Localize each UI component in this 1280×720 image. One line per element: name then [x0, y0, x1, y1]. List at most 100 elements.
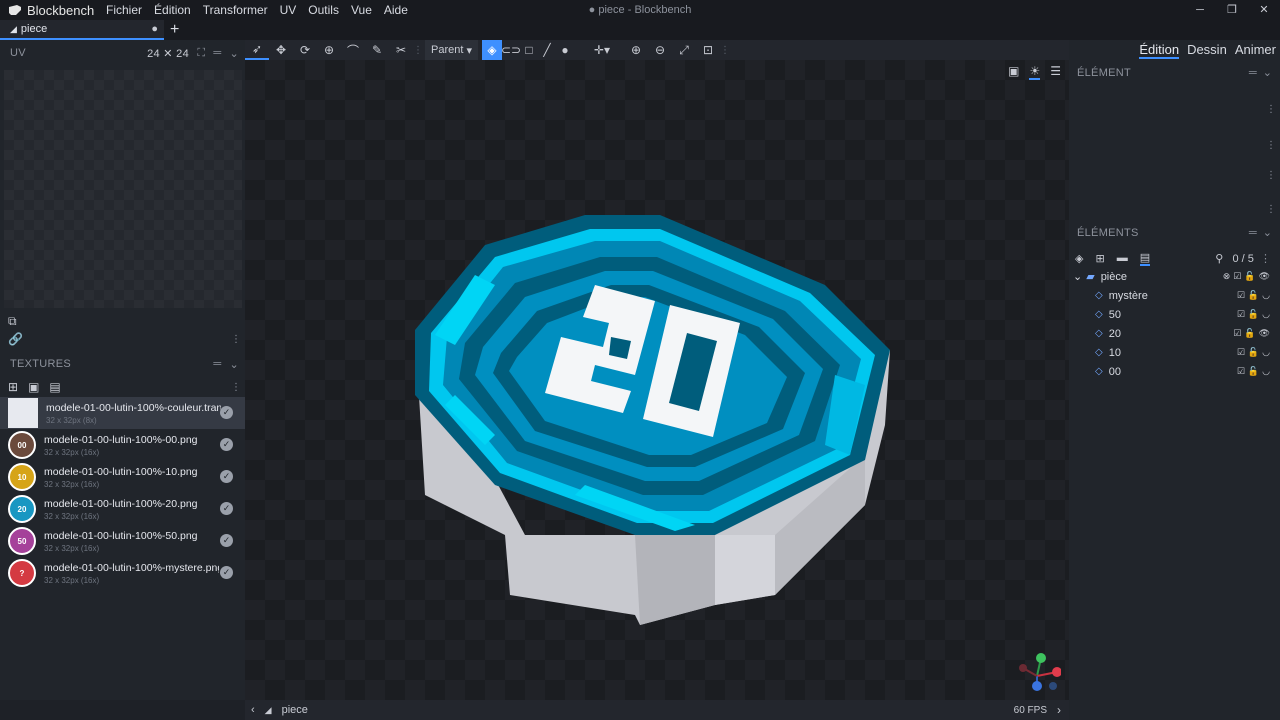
unsaved-dot-icon[interactable]: ● [151, 23, 158, 35]
lock-icon[interactable]: 🔓 [1248, 290, 1259, 301]
coin-model[interactable] [395, 205, 905, 625]
eye-hidden-icon[interactable]: ◡ [1262, 290, 1270, 301]
visible-check-icon[interactable]: ☑ [1233, 328, 1241, 339]
menu-fichier[interactable]: Fichier [100, 0, 148, 20]
collapse-all-icon[interactable]: ▤ [1139, 251, 1151, 266]
visible-check-icon[interactable]: ☑ [1233, 271, 1241, 282]
toolbar-more-icon[interactable]: ⋮ [413, 45, 423, 56]
add-cube-icon[interactable]: ⊞ [1095, 252, 1104, 265]
zoom-out-icon[interactable]: ⊖ [648, 40, 672, 60]
panel-menu-icon[interactable]: ═ [1249, 227, 1257, 239]
chevron-down-icon[interactable]: ⌄ [1073, 270, 1082, 283]
chevron-down-icon[interactable]: ⌄ [1263, 67, 1272, 79]
link-select-icon[interactable]: ⊂⊃ [501, 40, 521, 60]
panel-menu-icon[interactable]: ═ [213, 47, 221, 60]
link-icon[interactable]: 🔗 [8, 332, 23, 346]
export-toggle-icon[interactable]: ⊗ [1223, 271, 1231, 282]
add-group-icon[interactable]: ▬ [1117, 252, 1128, 264]
lighting-icon[interactable]: ☀ [1029, 64, 1041, 80]
move-tool-icon[interactable]: ➶ [245, 40, 269, 60]
visible-check-icon[interactable]: ☑ [1237, 366, 1245, 377]
outliner-item[interactable]: ◇ 20 ☑ 🔓 👁 [1069, 324, 1280, 343]
panel-menu-icon[interactable]: ═ [1249, 67, 1257, 79]
lock-icon[interactable]: 🔓 [1248, 347, 1259, 358]
outliner-group[interactable]: ⌄ ▰ pièce ⊗ ☑ 🔓 👁 [1069, 267, 1280, 286]
texture-item-mystere[interactable]: ? modele-01-00-lutin-100%-mystere.png 32 … [0, 557, 245, 589]
pivot-tool-icon[interactable]: ⊕ [317, 40, 341, 60]
menu-vue[interactable]: Vue [345, 0, 378, 20]
outliner-item[interactable]: ◇ mystère ☑ 🔓 ◡ [1069, 286, 1280, 305]
mode-tab-paint[interactable]: Dessin [1187, 42, 1227, 59]
scissors-icon[interactable]: ✂ [389, 40, 413, 60]
texture-item-20[interactable]: 20 modele-01-00-lutin-100%-20.png 32 x 32… [0, 493, 245, 525]
visible-check-icon[interactable]: ☑ [1237, 290, 1245, 301]
mode-tab-edit[interactable]: Édition [1139, 42, 1180, 59]
zoom-in-icon[interactable]: ⊕ [624, 40, 648, 60]
focus-selection-icon[interactable]: ⊡ [696, 40, 720, 60]
check-icon[interactable]: ✓ [220, 438, 233, 451]
lock-icon[interactable]: 🔓 [1244, 271, 1255, 282]
menu-outils[interactable]: Outils [302, 0, 345, 20]
visible-check-icon[interactable]: ☑ [1237, 347, 1245, 358]
new-texture-icon[interactable]: ▣ [28, 380, 39, 394]
image-view-icon[interactable]: ▣ [1008, 64, 1019, 80]
3d-viewport[interactable]: ▣ ☀ ☰ [245, 60, 1069, 700]
menu-edition[interactable]: Édition [148, 0, 197, 20]
face-select-icon[interactable]: □ [520, 40, 538, 60]
texture-item-00[interactable]: 00 modele-01-00-lutin-100%-00.png 32 x 32… [0, 429, 245, 461]
visible-check-icon[interactable]: ☑ [1237, 309, 1245, 320]
axis-gizmo[interactable] [1017, 650, 1061, 694]
add-mesh-icon[interactable]: ◈ [1075, 252, 1083, 265]
outliner-item[interactable]: ◇ 10 ☑ 🔓 ◡ [1069, 343, 1280, 362]
element-more-icon[interactable]: ⋮ [1266, 204, 1276, 215]
eye-hidden-icon[interactable]: ◡ [1262, 366, 1270, 377]
vertex-select-icon[interactable]: ● [556, 40, 574, 60]
lock-icon[interactable]: 🔓 [1248, 366, 1259, 377]
fit-view-icon[interactable]: ⤢ [672, 40, 696, 60]
texture-item-50[interactable]: 50 modele-01-00-lutin-100%-50.png 32 x 32… [0, 525, 245, 557]
texture-item-10[interactable]: 10 modele-01-00-lutin-100%-10.png 32 x 32… [0, 461, 245, 493]
texture-folder-icon[interactable]: ▤ [49, 380, 60, 394]
viewport-menu-icon[interactable]: ☰ [1050, 64, 1061, 80]
search-icon[interactable]: ⚲ [1215, 253, 1223, 265]
transform-space-select[interactable]: Parent ▾ [425, 40, 478, 60]
chevron-left-icon[interactable]: ‹ [251, 704, 255, 716]
element-more-icon[interactable]: ⋮ [1266, 140, 1276, 151]
eye-hidden-icon[interactable]: ◡ [1262, 347, 1270, 358]
toolbar-more-icon[interactable]: ⋮ [720, 45, 730, 56]
outliner-item[interactable]: ◇ 00 ☑ 🔓 ◡ [1069, 362, 1280, 381]
check-icon[interactable]: ✓ [220, 406, 233, 419]
eye-icon[interactable]: 👁 [1259, 271, 1270, 282]
outliner-item[interactable]: ◇ 50 ☑ 🔓 ◡ [1069, 305, 1280, 324]
maximize-icon[interactable]: ❐ [1216, 0, 1248, 20]
texture-item-couleur[interactable]: modele-01-00-lutin-100%-couleur.tranc 32 … [0, 397, 245, 429]
cube-select-icon[interactable]: ◈ [482, 40, 502, 60]
pivot-position-icon[interactable]: ✛▾ [590, 40, 614, 60]
elements-more-icon[interactable]: ⋮ [1260, 253, 1271, 265]
check-icon[interactable]: ✓ [220, 566, 233, 579]
eye-icon[interactable]: 👁 [1259, 328, 1270, 339]
fullscreen-icon[interactable]: ⛶ [197, 47, 205, 60]
uv-more-icon[interactable]: ⋮ [231, 334, 241, 345]
chevron-down-icon[interactable]: ⌄ [1263, 227, 1272, 239]
chevron-down-icon[interactable]: ⌄ [229, 47, 239, 60]
element-more-icon[interactable]: ⋮ [1266, 104, 1276, 115]
add-tab-button[interactable]: + [170, 20, 179, 40]
panel-menu-icon[interactable]: ═ [213, 358, 221, 371]
chevron-right-icon[interactable]: › [1057, 704, 1061, 716]
mode-tab-animate[interactable]: Animer [1235, 42, 1276, 59]
chevron-down-icon[interactable]: ⌄ [229, 358, 239, 371]
translate-tool-icon[interactable]: ✥ [269, 40, 293, 60]
check-icon[interactable]: ✓ [220, 502, 233, 515]
uv-editor-canvas[interactable] [4, 70, 242, 308]
textures-more-icon[interactable]: ⋮ [231, 382, 241, 393]
lock-icon[interactable]: 🔓 [1248, 309, 1259, 320]
check-icon[interactable]: ✓ [220, 470, 233, 483]
menu-aide[interactable]: Aide [378, 0, 414, 20]
close-icon[interactable]: ✕ [1248, 0, 1280, 20]
rotate-tool-icon[interactable]: ⟳ [293, 40, 317, 60]
edge-select-icon[interactable]: ╱ [538, 40, 556, 60]
import-texture-icon[interactable]: ⊞ [8, 380, 18, 394]
menu-uv[interactable]: UV [274, 0, 303, 20]
element-more-icon[interactable]: ⋮ [1266, 170, 1276, 181]
